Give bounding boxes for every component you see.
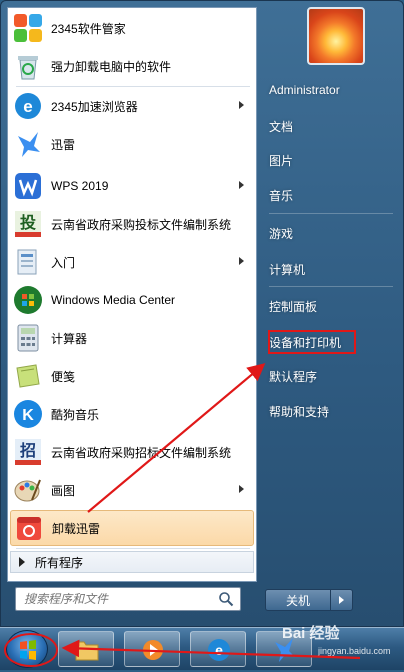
right-menu-games[interactable]: 游戏 <box>269 221 293 245</box>
program-label: 2345软件管家 <box>51 21 126 36</box>
search-icon[interactable] <box>218 591 234 607</box>
program-label: 2345加速浏览器 <box>51 99 138 114</box>
program-item-tender-system[interactable]: 招 云南省政府采购招标文件编制系统 <box>10 434 254 470</box>
search-box[interactable] <box>15 587 241 611</box>
expand-arrow-icon <box>19 557 25 567</box>
folder-icon <box>75 641 99 661</box>
program-label: 云南省政府采购投标文件编制系统 <box>51 217 232 232</box>
browser-icon: e <box>208 639 230 661</box>
start-button[interactable] <box>6 630 48 668</box>
program-label: 酷狗音乐 <box>51 407 100 422</box>
program-label: 入门 <box>51 255 76 270</box>
all-programs-label: 所有程序 <box>35 555 84 570</box>
program-item-strong-uninstall[interactable]: 强力卸载电脑中的软件 <box>10 48 254 84</box>
program-label: Windows Media Center <box>51 293 176 307</box>
media-center-icon <box>14 286 42 314</box>
software-manager-icon <box>14 14 42 42</box>
search-input[interactable] <box>22 588 218 610</box>
right-menu-control-panel[interactable]: 控制面板 <box>269 294 317 318</box>
program-item-media-center[interactable]: Windows Media Center <box>10 282 254 318</box>
programs-pane: 2345软件管家 强力卸载电脑中的软件 e 2345加速浏览器 迅雷 WPS 2… <box>7 7 257 582</box>
svg-text:招: 招 <box>20 441 36 460</box>
right-menu-documents[interactable]: 文档 <box>269 114 293 138</box>
svg-text:e: e <box>215 642 223 658</box>
right-menu-default-programs[interactable]: 默认程序 <box>269 364 317 388</box>
right-menu-help-and-support[interactable]: 帮助和支持 <box>269 399 329 423</box>
getting-started-icon <box>17 249 37 275</box>
windows-logo-icon <box>20 640 36 660</box>
program-item-paint[interactable]: 画图 <box>10 472 254 508</box>
submenu-arrow-icon <box>239 257 244 265</box>
taskbar-file-explorer[interactable] <box>58 631 114 667</box>
program-item-uninstall-thunder[interactable]: 卸载迅雷 <box>10 510 254 546</box>
svg-text:投: 投 <box>20 213 36 232</box>
program-label: 云南省政府采购招标文件编制系统 <box>51 445 232 460</box>
right-menu-administrator[interactable]: Administrator <box>269 78 340 102</box>
divider <box>269 213 393 214</box>
program-label: 迅雷 <box>51 137 76 152</box>
divider <box>16 86 250 87</box>
program-item-sticky-notes[interactable]: 便笺 <box>10 358 254 394</box>
right-menu-computer[interactable]: 计算机 <box>269 257 305 281</box>
program-item-bid-system[interactable]: 投 云南省政府采购投标文件编制系统 <box>10 206 254 242</box>
right-menu-music[interactable]: 音乐 <box>269 183 293 207</box>
uninstall-thunder-icon <box>17 517 41 540</box>
right-pane: Administrator 文档 图片 音乐 游戏 计算机 控制面板 设备和打印… <box>263 1 403 628</box>
program-label: WPS 2019 <box>51 179 109 193</box>
submenu-arrow-icon <box>239 181 244 189</box>
taskbar-browser[interactable]: e <box>190 631 246 667</box>
wps-icon <box>15 173 41 199</box>
watermark: Bai 经验 <box>282 625 340 642</box>
svg-text:K: K <box>22 407 34 424</box>
media-player-icon <box>143 640 163 660</box>
program-item-thunder[interactable]: 迅雷 <box>10 126 254 162</box>
program-item-2345-software-manager[interactable]: 2345软件管家 <box>10 10 254 46</box>
svg-text:e: e <box>23 97 32 116</box>
bid-system-icon: 投 <box>15 211 41 237</box>
right-menu-pictures[interactable]: 图片 <box>269 148 293 172</box>
tender-system-icon: 招 <box>15 439 41 465</box>
sticky-notes-icon <box>16 364 40 388</box>
program-item-calculator[interactable]: 计算器 <box>10 320 254 356</box>
submenu-arrow-icon <box>239 485 244 493</box>
all-programs-button[interactable]: 所有程序 <box>10 551 254 573</box>
submenu-arrow-icon <box>239 101 244 109</box>
thunder-bird-icon <box>18 132 40 157</box>
program-item-2345-browser[interactable]: e 2345加速浏览器 <box>10 88 254 124</box>
right-menu-devices-and-printers[interactable]: 设备和打印机 <box>269 330 341 354</box>
recycle-uninstall-icon <box>18 56 38 80</box>
divider <box>269 286 393 287</box>
program-label: 计算器 <box>51 331 88 346</box>
start-menu: 2345软件管家 强力卸载电脑中的软件 e 2345加速浏览器 迅雷 WPS 2… <box>0 0 404 627</box>
divider <box>16 548 250 549</box>
program-label: 强力卸载电脑中的软件 <box>51 59 172 74</box>
program-label: 便笺 <box>51 369 76 384</box>
program-item-kugou-music[interactable]: K 酷狗音乐 <box>10 396 254 432</box>
user-avatar[interactable] <box>307 7 365 65</box>
program-label: 画图 <box>51 483 76 498</box>
calculator-icon <box>17 324 39 352</box>
program-label: 卸载迅雷 <box>52 521 101 536</box>
program-item-getting-started[interactable]: 入门 <box>10 244 254 280</box>
browser-icon: e <box>15 93 41 119</box>
taskbar-media-player[interactable] <box>124 631 180 667</box>
paint-icon <box>14 479 41 502</box>
program-item-wps[interactable]: WPS 2019 <box>10 168 254 204</box>
shutdown-options-button[interactable] <box>331 589 353 611</box>
kugou-music-icon: K <box>14 400 42 428</box>
shutdown-button[interactable]: 关机 <box>265 589 331 611</box>
watermark-url: jingyan.baidu.com <box>318 646 391 656</box>
